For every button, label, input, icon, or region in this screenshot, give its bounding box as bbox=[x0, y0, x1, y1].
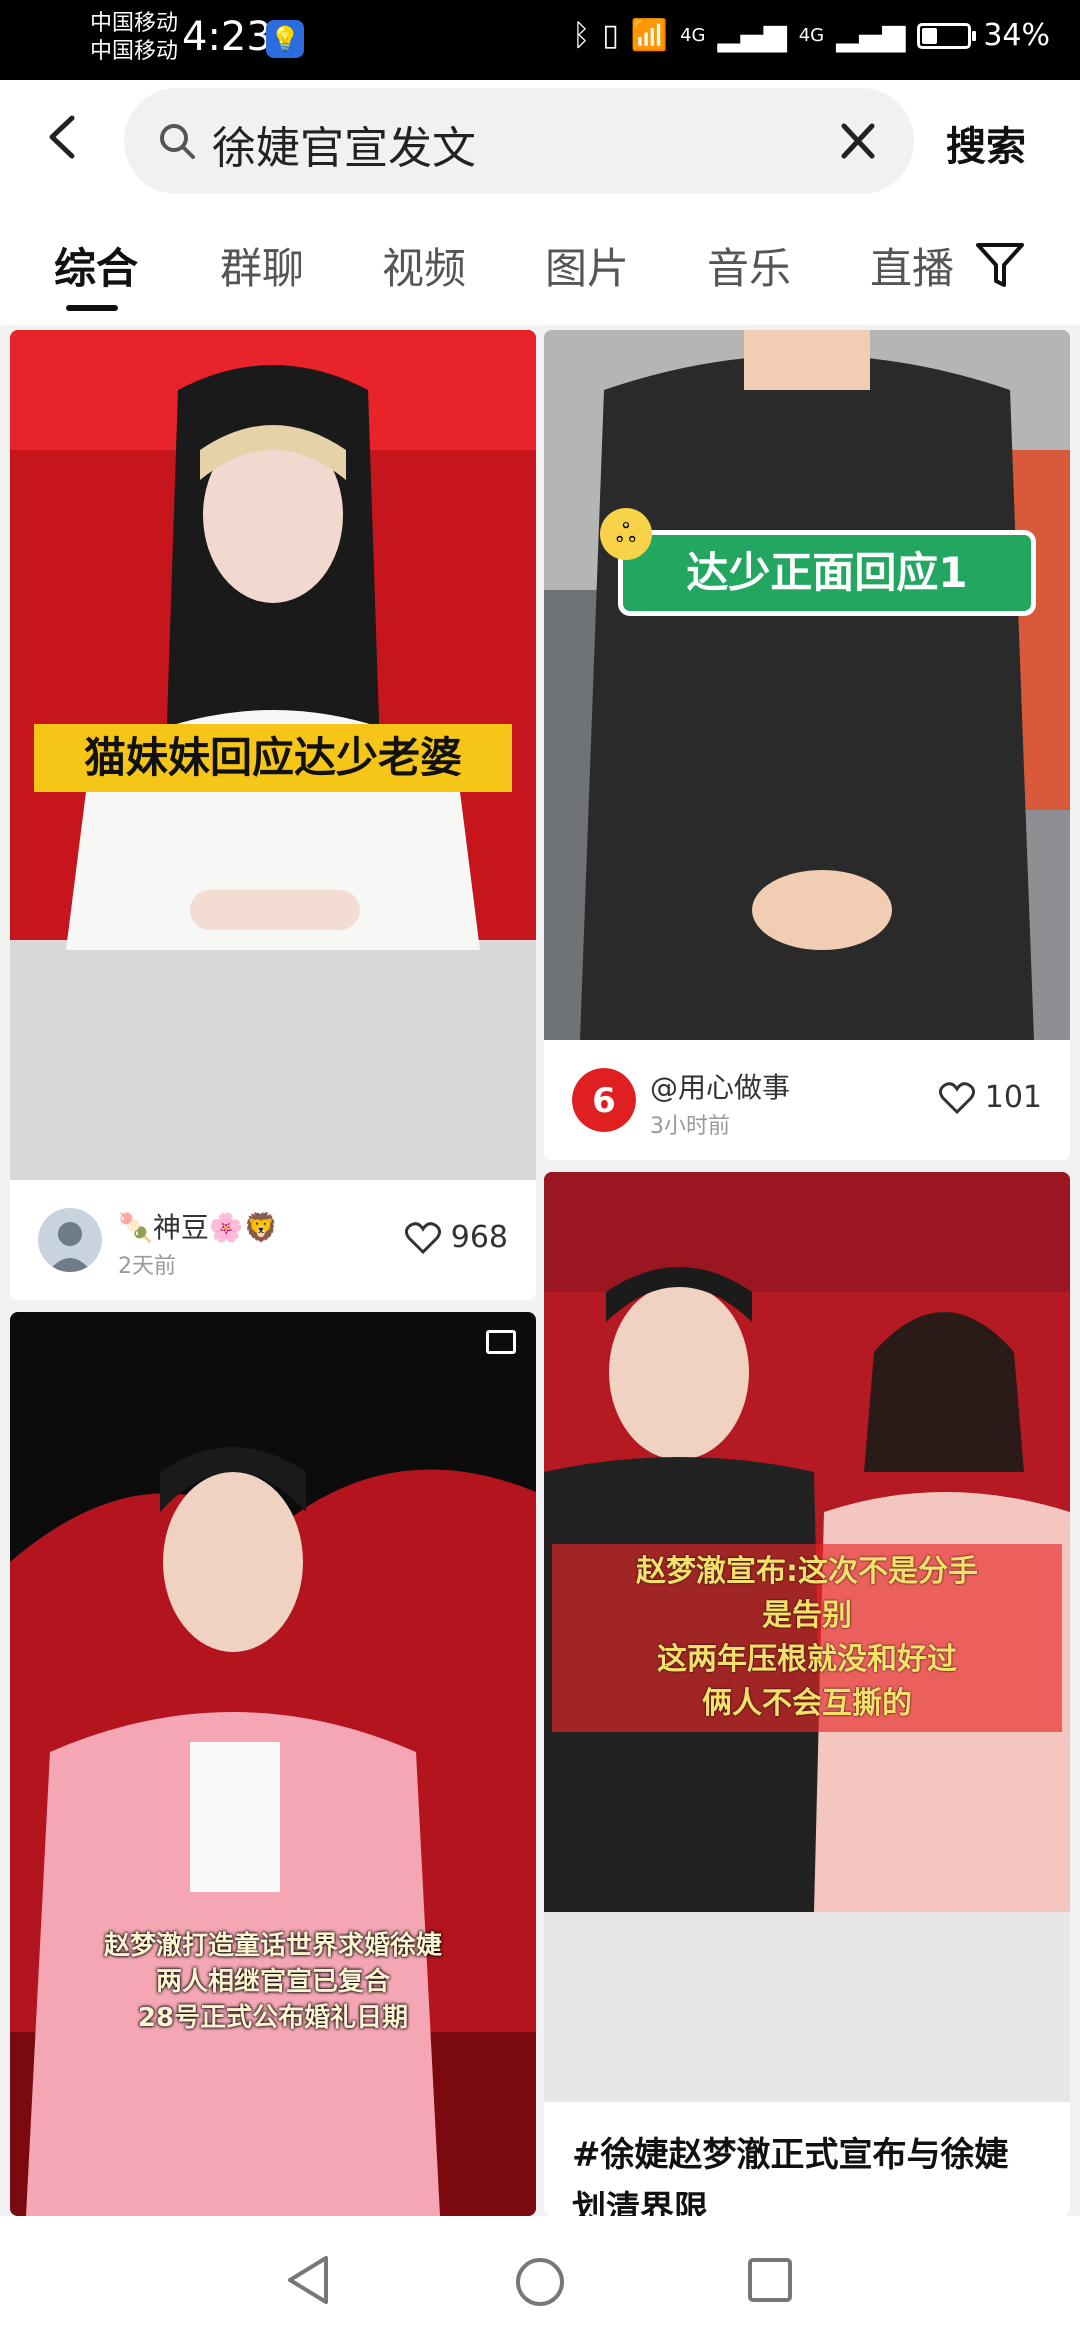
battery-percent: 34% bbox=[983, 18, 1050, 53]
author-name[interactable]: @用心做事 bbox=[650, 1066, 790, 1106]
tab-music[interactable]: 音乐 bbox=[707, 235, 791, 296]
caption-line: 是告别 bbox=[762, 1598, 852, 1633]
nav-recents-icon[interactable] bbox=[746, 2256, 794, 2304]
signal-2-icon: ▂▄▆ bbox=[836, 18, 906, 53]
nav-back-icon[interactable] bbox=[284, 2254, 332, 2306]
tab-images[interactable]: 图片 bbox=[545, 235, 629, 296]
search-button[interactable]: 搜索 bbox=[946, 114, 1026, 172]
video-thumbnail[interactable] bbox=[10, 1312, 536, 2216]
svg-text:6: 6 bbox=[592, 1081, 616, 1121]
filter-icon[interactable] bbox=[974, 239, 1026, 291]
video-caption-overlay: 赵梦澈宣布:这次不是分手 是告别 这两年压根就没和好过 俩人不会互撕的 bbox=[552, 1544, 1062, 1732]
like-number: 968 bbox=[450, 1220, 508, 1255]
post-time: 2天前 bbox=[118, 1254, 176, 1279]
post-title[interactable]: #徐婕赵梦澈正式宣布与徐婕划清界限 bbox=[572, 2128, 1042, 2216]
search-query[interactable]: 徐婕官宣发文 bbox=[212, 112, 476, 176]
video-caption-overlay: 达少正面回应1 bbox=[618, 530, 1036, 616]
feed-card-4[interactable]: 赵梦澈宣布:这次不是分手 是告别 这两年压根就没和好过 俩人不会互撕的 #徐婕赵… bbox=[544, 1172, 1070, 2216]
feed-card-1[interactable]: 猫妹妹回应达少老婆 🍡神豆🌸🦁 2天前 968 bbox=[10, 330, 536, 1300]
heart-icon[interactable] bbox=[938, 1081, 975, 1114]
avatar[interactable]: 6 bbox=[572, 1068, 636, 1132]
tab-video[interactable]: 视频 bbox=[382, 235, 466, 296]
feed-card-3[interactable]: 赵梦澈打造童话世界求婚徐婕 两人相继官宣已复合 28号正式公布婚礼日期 bbox=[10, 1312, 536, 2216]
network-4g-1: 4G bbox=[680, 25, 706, 46]
card-meta: 6 @用心做事 3小时前 101 bbox=[544, 1040, 1070, 1160]
nav-home-icon[interactable] bbox=[514, 2256, 566, 2308]
network-4g-2: 4G bbox=[798, 25, 825, 46]
active-tab-indicator bbox=[66, 305, 118, 311]
tab-live[interactable]: 直播 bbox=[870, 235, 954, 296]
clock: 4:23 bbox=[182, 14, 272, 60]
caption-line: 赵梦澈宣布:这次不是分手 bbox=[636, 1554, 978, 1589]
tab-group-chat[interactable]: 群聊 bbox=[220, 235, 304, 296]
video-thumbnail[interactable] bbox=[544, 330, 1070, 1040]
back-arrow-icon[interactable] bbox=[40, 112, 84, 162]
video-caption-overlay: 猫妹妹回应达少老婆 bbox=[34, 724, 512, 792]
caption-line: 两人相继官宣已复合 bbox=[155, 1967, 390, 1997]
heart-icon[interactable] bbox=[404, 1221, 441, 1254]
vibrate-icon: ▯ bbox=[602, 18, 619, 53]
status-icons: ᛒ ▯ 📶 4G ▂▄▆ 4G ▂▄▆ 34% bbox=[572, 18, 1050, 53]
post-time: 3小时前 bbox=[650, 1114, 730, 1139]
avatar[interactable] bbox=[38, 1208, 102, 1272]
bluetooth-icon: ᛒ bbox=[572, 18, 591, 53]
carrier-labels: 中国移动 中国移动 bbox=[90, 10, 178, 66]
clear-icon[interactable] bbox=[838, 118, 878, 164]
signal-1-icon: ▂▄▆ bbox=[717, 18, 787, 53]
caption-line: 28号正式公布婚礼日期 bbox=[137, 2003, 409, 2033]
like-count[interactable]: 101 bbox=[938, 1080, 1042, 1115]
search-header: 徐婕官宣发文 搜索 bbox=[0, 80, 1080, 195]
carrier-1: 中国移动 bbox=[90, 11, 179, 36]
video-caption-overlay: 赵梦澈打造童话世界求婚徐婕 两人相继官宣已复合 28号正式公布婚礼日期 bbox=[30, 1928, 516, 2036]
search-icon bbox=[160, 124, 195, 159]
wifi-icon: 📶 bbox=[630, 18, 669, 53]
category-tabs: 综合 群聊 视频 图片 音乐 直播 bbox=[0, 195, 1080, 325]
tab-general[interactable]: 综合 bbox=[54, 235, 138, 296]
carrier-2: 中国移动 bbox=[90, 39, 179, 64]
caption-line: 俩人不会互撕的 bbox=[702, 1686, 912, 1721]
collection-badge-icon: ஃ bbox=[600, 508, 652, 560]
search-input[interactable]: 徐婕官宣发文 bbox=[124, 88, 914, 194]
caption-line: 这两年压根就没和好过 bbox=[657, 1642, 957, 1677]
card-meta: 🍡神豆🌸🦁 2天前 968 bbox=[10, 1180, 536, 1300]
like-number: 101 bbox=[984, 1080, 1042, 1115]
status-bar: 中国移动 中国移动 4:23 💡 ᛒ ▯ 📶 4G ▂▄▆ 4G ▂▄▆ 34% bbox=[0, 0, 1080, 80]
caption-line: 赵梦澈打造童话世界求婚徐婕 bbox=[103, 1931, 442, 1961]
battery-icon bbox=[917, 22, 977, 49]
system-nav-bar bbox=[0, 2216, 1080, 2340]
notification-bulb-icon: 💡 bbox=[266, 20, 304, 58]
multi-image-icon bbox=[486, 1330, 516, 1354]
feed-card-2[interactable]: 达少正面回应1 ஃ 6 @用心做事 3小时前 101 bbox=[544, 330, 1070, 1160]
like-count[interactable]: 968 bbox=[404, 1220, 508, 1255]
author-name[interactable]: 🍡神豆🌸🦁 bbox=[118, 1206, 279, 1246]
